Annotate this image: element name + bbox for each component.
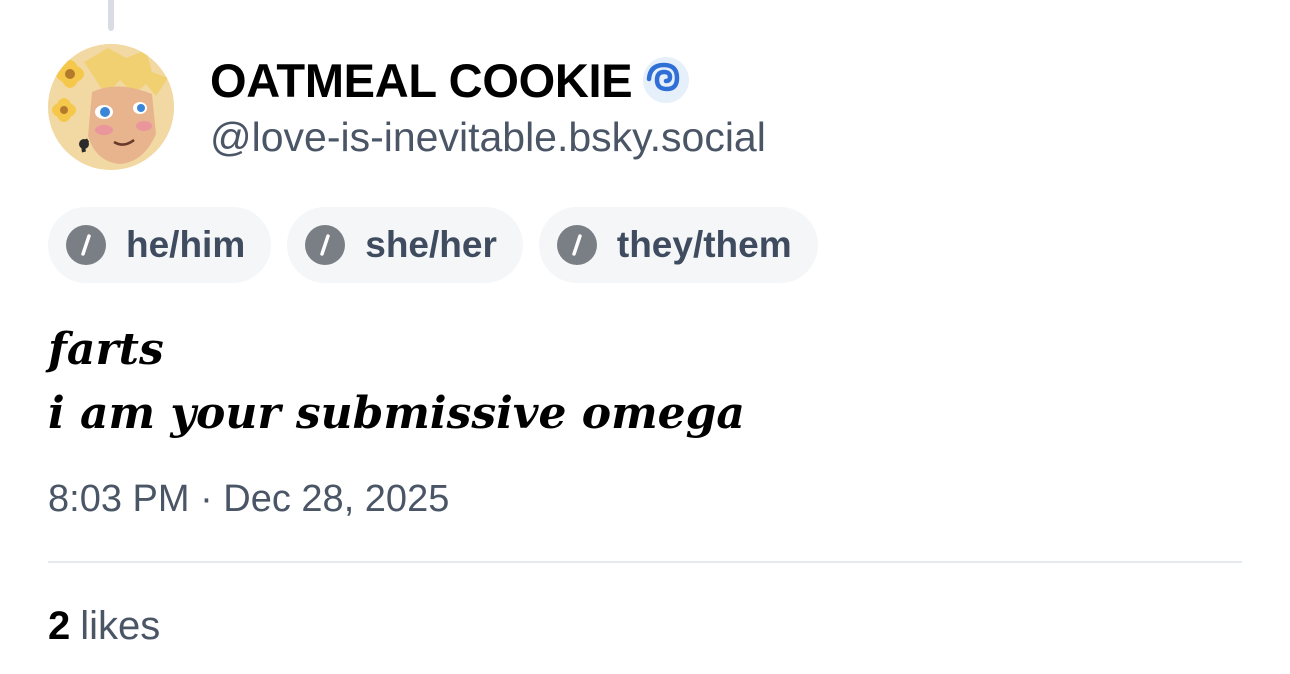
slash-icon (305, 225, 346, 265)
post-text-line: i am your submissive omega (48, 388, 745, 439)
slash-icon (66, 225, 106, 265)
cyclone-icon (640, 54, 692, 106)
display-name[interactable]: OATMEAL COOKIE (210, 53, 633, 108)
thread-line (108, 0, 114, 31)
post-text: farts i am your submissive omega (48, 318, 745, 446)
author-handle[interactable]: @love-is-inevitable.bsky.social (210, 114, 766, 161)
pronoun-label: he/him (126, 224, 246, 265)
likes-label: likes (80, 604, 161, 648)
post-text-line: farts (48, 324, 164, 375)
pronoun-pill-he-him[interactable]: he/him (48, 207, 272, 283)
avatar[interactable] (48, 44, 174, 170)
likes-summary[interactable]: 2 likes (48, 604, 160, 649)
avatar-image (48, 44, 174, 170)
divider (48, 561, 1242, 563)
pronoun-label: she/her (365, 224, 497, 265)
pronoun-list: he/him she/her they/them (48, 207, 818, 283)
display-name-row: OATMEAL COOKIE (210, 52, 692, 108)
likes-count: 2 (48, 604, 71, 648)
pronoun-label: they/them (616, 224, 792, 265)
slash-icon (556, 225, 597, 265)
pronoun-pill-she-her[interactable]: she/her (287, 207, 523, 283)
post-timestamp[interactable]: 8:03 PM · Dec 28, 2025 (48, 478, 449, 521)
pronoun-pill-they-them[interactable]: they/them (538, 207, 818, 283)
